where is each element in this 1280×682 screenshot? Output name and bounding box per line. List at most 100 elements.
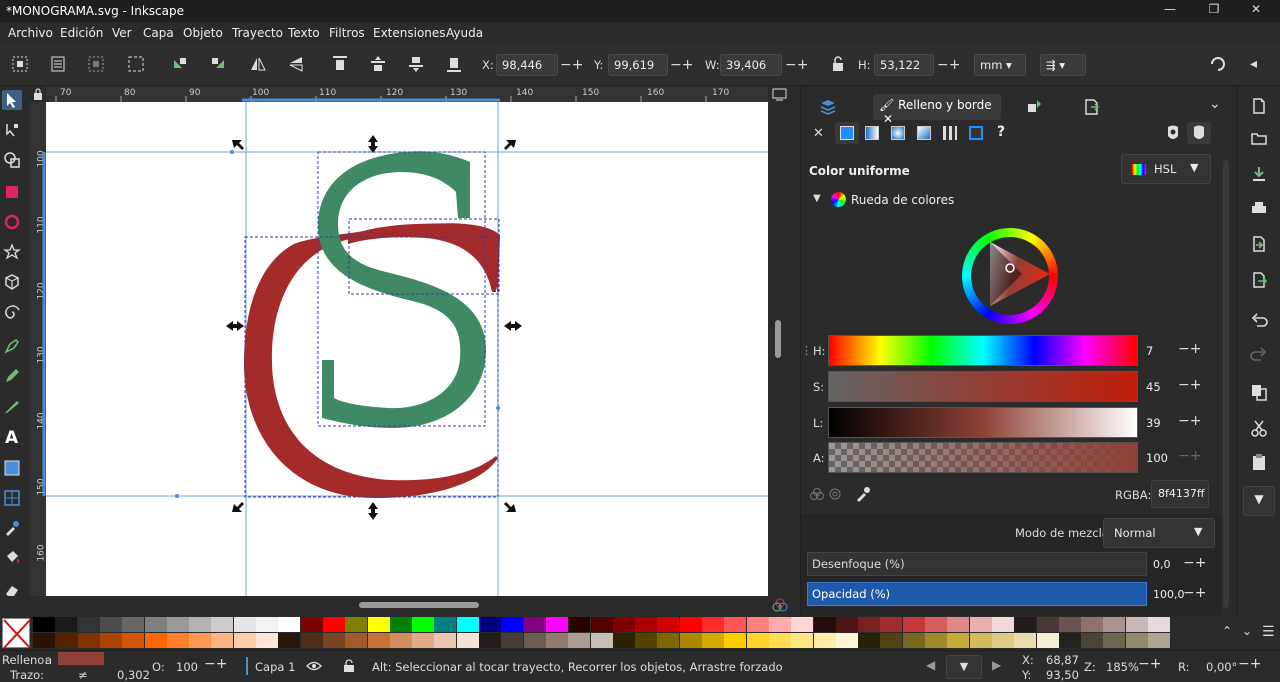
shape-builder-tool-icon[interactable]	[2, 150, 22, 170]
palette-swatch[interactable]	[858, 617, 881, 632]
select-all-layers-icon[interactable]	[48, 54, 68, 74]
collapse-left-icon[interactable]: ◂	[1250, 56, 1257, 72]
tab-close-icon[interactable]: ✕	[883, 112, 893, 126]
palette-swatch[interactable]	[1014, 633, 1037, 648]
palette-swatch[interactable]	[1148, 617, 1170, 632]
palette-swatch[interactable]	[991, 633, 1014, 648]
palette-swatch[interactable]	[55, 633, 78, 648]
gradient-tool-icon[interactable]	[2, 458, 22, 478]
palette-swatch[interactable]	[322, 617, 345, 632]
palette-swatch[interactable]	[1125, 633, 1148, 648]
alpha-slider[interactable]	[828, 442, 1138, 473]
palette-swatch[interactable]	[1103, 617, 1126, 632]
palette-swatch[interactable]	[189, 633, 212, 648]
menu-archivo[interactable]: Archivo	[8, 26, 53, 40]
blur-value[interactable]: 0,0	[1153, 558, 1171, 571]
palette-swatch[interactable]	[768, 617, 791, 632]
s-letter-shape[interactable]	[318, 151, 486, 428]
palette-swatch[interactable]	[657, 617, 680, 632]
palette-swatch[interactable]	[33, 633, 55, 648]
copy-icon[interactable]	[1249, 382, 1269, 402]
saturation-value[interactable]: 45	[1146, 380, 1178, 394]
y-stepper[interactable]: −+	[670, 57, 693, 73]
palette-swatch[interactable]	[77, 617, 100, 632]
palette-swatch[interactable]	[256, 633, 278, 648]
flip-horizontal-icon[interactable]	[248, 54, 268, 74]
palette-swatch[interactable]	[612, 633, 635, 648]
raise-to-top-icon[interactable]	[330, 54, 350, 74]
layers-icon[interactable]	[819, 98, 837, 116]
next-icon[interactable]: ▶	[992, 658, 1001, 672]
expander-icon[interactable]: ▼	[813, 193, 821, 204]
palette-swatch[interactable]	[813, 617, 836, 632]
palette-swatch[interactable]	[568, 633, 591, 648]
panel-scrollbar[interactable]	[1223, 160, 1229, 608]
opacity-short-value[interactable]: 100	[176, 660, 198, 674]
palette-swatch[interactable]	[322, 633, 345, 648]
color-wheel[interactable]	[962, 228, 1058, 324]
color-mode-select[interactable]: HSL ▼	[1121, 154, 1211, 184]
horizontal-scrollbar-thumb[interactable]	[359, 602, 479, 608]
palette-swatch[interactable]	[1103, 633, 1126, 648]
mesh-gradient-button[interactable]	[917, 126, 931, 140]
fill-rule-nonzero-icon[interactable]	[1187, 122, 1211, 144]
palette-swatch[interactable]	[367, 633, 390, 648]
color-triangle[interactable]	[962, 228, 1058, 324]
palette-swatch[interactable]	[479, 617, 501, 632]
pattern-button[interactable]	[943, 126, 957, 140]
palette-swatch[interactable]	[657, 633, 680, 648]
minimize-button[interactable]: —	[1150, 2, 1190, 20]
eye-icon[interactable]	[306, 659, 322, 673]
palette-swatch[interactable]	[590, 617, 613, 632]
palette-swatch[interactable]	[679, 617, 702, 632]
pen-tool-icon[interactable]	[2, 336, 22, 356]
palette-swatch[interactable]	[367, 617, 390, 632]
palette-swatch[interactable]	[278, 633, 301, 648]
saturation-slider[interactable]	[828, 371, 1138, 402]
paste-icon[interactable]	[1249, 452, 1269, 472]
palette-swatch[interactable]	[635, 633, 658, 648]
new-document-icon[interactable]	[1249, 96, 1269, 116]
maximize-button[interactable]: ❐	[1194, 2, 1234, 20]
text-tool-icon[interactable]: A	[2, 426, 22, 446]
palette-swatch[interactable]	[278, 617, 301, 632]
fill-rule-evenodd-icon[interactable]	[1165, 124, 1181, 142]
palette-swatch[interactable]	[1058, 617, 1081, 632]
palette-swatch[interactable]	[166, 633, 189, 648]
palette-menu-icon[interactable]: ☰	[1262, 624, 1275, 640]
palette-swatch[interactable]	[1081, 617, 1104, 632]
palette-swatch[interactable]	[256, 617, 278, 632]
menu-ver[interactable]: Ver	[112, 26, 132, 40]
palette-swatch[interactable]	[166, 617, 189, 632]
palette-swatch[interactable]	[880, 617, 903, 632]
color-wheel-label[interactable]: Rueda de colores	[851, 193, 954, 207]
palette-swatch[interactable]	[768, 633, 791, 648]
rgba-field[interactable]: 8f4137ff	[1151, 480, 1209, 508]
palette-swatch[interactable]	[679, 633, 702, 648]
alpha-value[interactable]: 100	[1146, 451, 1178, 465]
palette-swatch[interactable]	[33, 617, 55, 632]
rectangle-tool-icon[interactable]	[2, 182, 22, 202]
palette-swatch[interactable]	[211, 633, 234, 648]
x-field[interactable]: 98,446	[496, 54, 558, 76]
x-stepper[interactable]: −+	[560, 57, 583, 73]
redo-icon[interactable]	[1249, 344, 1269, 364]
lightness-stepper[interactable]: −+	[1178, 413, 1201, 429]
palette-swatch[interactable]	[412, 633, 435, 648]
page-select[interactable]: ▼	[946, 655, 982, 679]
menu-extensiones[interactable]: Extensiones	[373, 26, 446, 40]
vertical-scrollbar-thumb[interactable]	[775, 320, 781, 358]
palette-scroll-up-icon[interactable]: ⌃	[1222, 624, 1232, 638]
palette-swatch[interactable]	[412, 617, 435, 632]
palette-swatch[interactable]	[479, 633, 501, 648]
pencil-tool-icon[interactable]	[2, 366, 22, 386]
open-icon[interactable]	[1249, 128, 1269, 148]
palette-swatch[interactable]	[99, 633, 122, 648]
cut-icon[interactable]	[1249, 418, 1269, 438]
previous-icon[interactable]: ◀	[926, 658, 935, 672]
palette-swatch[interactable]	[835, 617, 858, 632]
palette-swatch[interactable]	[746, 633, 769, 648]
menu-objeto[interactable]: Objeto	[183, 26, 223, 40]
palette-swatch[interactable]	[389, 617, 412, 632]
palette-swatch[interactable]	[791, 633, 814, 648]
